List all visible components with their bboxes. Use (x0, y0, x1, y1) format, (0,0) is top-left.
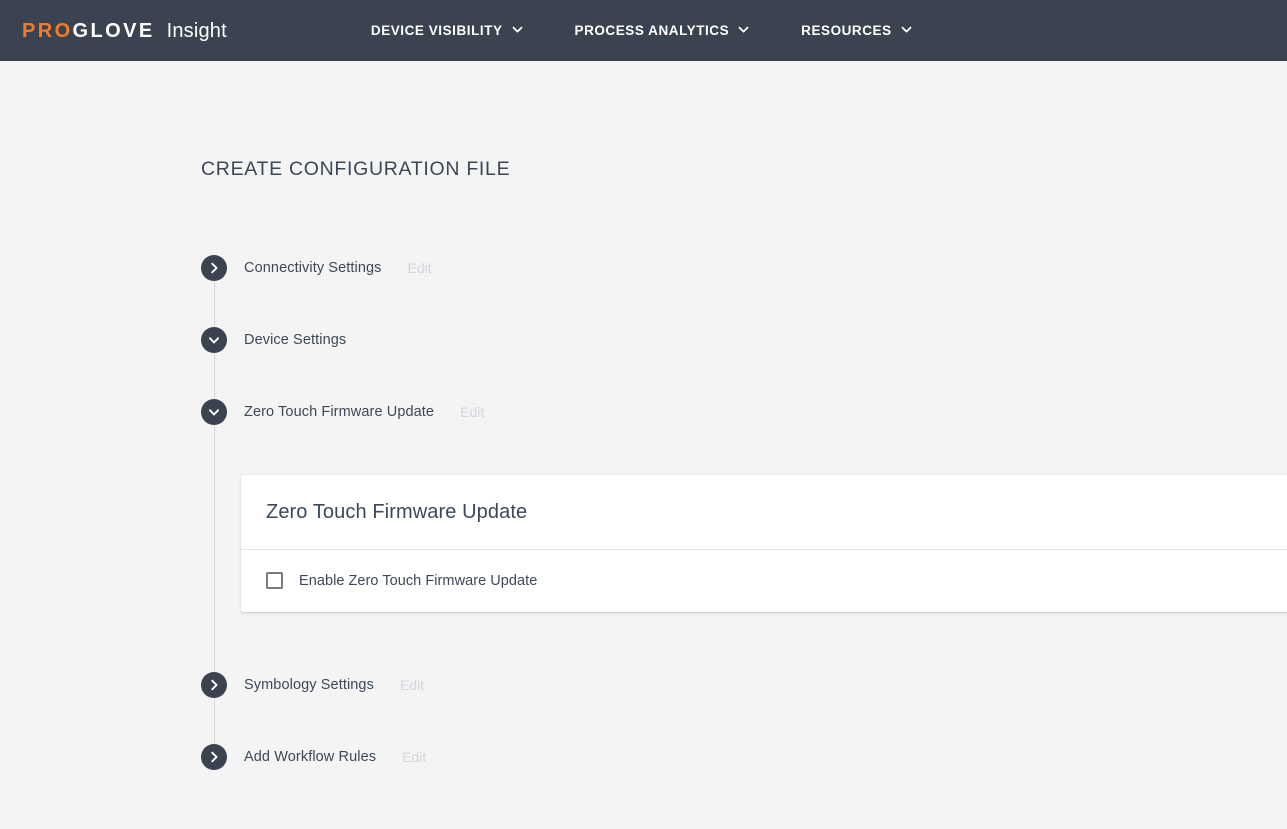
brand-glove-text: GLOVE (72, 19, 155, 42)
nav-item-device-visibility[interactable]: DEVICE VISIBILITY (345, 0, 549, 65)
step-edit-link[interactable]: Edit (408, 260, 432, 276)
step-edit-link[interactable]: Edit (460, 404, 484, 420)
step-zero-touch-firmware-update: Zero Touch Firmware Update Edit Zero Tou… (201, 396, 1287, 687)
page-content: CREATE CONFIGURATION FILE Connectivity S… (0, 61, 1287, 829)
chevron-down-icon (738, 24, 749, 35)
step-header[interactable]: Add Workflow Rules Edit (201, 741, 1287, 773)
main-nav: DEVICE VISIBILITY PROCESS ANALYTICS RESO… (345, 0, 938, 65)
chevron-right-icon[interactable] (201, 744, 227, 770)
step-add-workflow-rules: Add Workflow Rules Edit (201, 741, 1287, 773)
nav-item-label: PROCESS ANALYTICS (574, 23, 730, 38)
page-title: CREATE CONFIGURATION FILE (201, 158, 511, 180)
zero-touch-firmware-card: Zero Touch Firmware Update Enable Zero T… (241, 475, 1287, 612)
step-edit-link[interactable]: Edit (400, 677, 424, 693)
card-header: Zero Touch Firmware Update (241, 475, 1287, 550)
checkbox-unchecked-icon[interactable] (266, 572, 283, 589)
step-label: Connectivity Settings (244, 260, 382, 276)
card-title: Zero Touch Firmware Update (266, 501, 528, 523)
step-label: Device Settings (244, 332, 347, 348)
brand-logo[interactable]: PROGLOVE Insight (0, 0, 237, 61)
step-header[interactable]: Zero Touch Firmware Update Edit (201, 396, 1287, 428)
chevron-down-icon[interactable] (201, 327, 227, 353)
nav-item-label: DEVICE VISIBILITY (370, 23, 503, 38)
step-connector (214, 422, 215, 687)
enable-zero-touch-checkbox-row[interactable]: Enable Zero Touch Firmware Update (266, 572, 537, 589)
chevron-down-icon (901, 24, 912, 35)
step-header[interactable]: Symbology Settings Edit (201, 669, 1287, 701)
configuration-stepper: Connectivity Settings Edit Device Settin… (201, 252, 1287, 773)
brand-product-name: Insight (166, 19, 227, 42)
checkbox-label: Enable Zero Touch Firmware Update (299, 572, 538, 589)
step-connectivity-settings: Connectivity Settings Edit (201, 252, 1287, 340)
brand-pro-text: PRO (22, 19, 73, 42)
nav-item-label: RESOURCES (801, 23, 892, 38)
chevron-right-icon[interactable] (201, 255, 227, 281)
nav-item-process-analytics[interactable]: PROCESS ANALYTICS (549, 0, 776, 61)
step-symbology-settings: Symbology Settings Edit (201, 669, 1287, 757)
step-header[interactable]: Device Settings (201, 324, 1287, 356)
step-panel-area: Zero Touch Firmware Update Enable Zero T… (201, 428, 1287, 669)
step-label: Add Workflow Rules (244, 749, 377, 765)
chevron-down-icon[interactable] (201, 399, 227, 425)
proglove-wordmark: PROGLOVE (22, 21, 155, 41)
step-label: Zero Touch Firmware Update (244, 404, 435, 420)
nav-item-resources[interactable]: RESOURCES (775, 0, 937, 61)
card-body: Enable Zero Touch Firmware Update (241, 550, 1287, 612)
step-label: Symbology Settings (244, 677, 374, 693)
top-navigation-bar: PROGLOVE Insight DEVICE VISIBILITY PROCE… (0, 0, 1287, 65)
chevron-right-icon[interactable] (201, 672, 227, 698)
step-edit-link[interactable]: Edit (402, 749, 426, 765)
step-header[interactable]: Connectivity Settings Edit (201, 252, 1287, 284)
chevron-down-icon (512, 24, 523, 35)
step-device-settings: Device Settings (201, 324, 1287, 410)
